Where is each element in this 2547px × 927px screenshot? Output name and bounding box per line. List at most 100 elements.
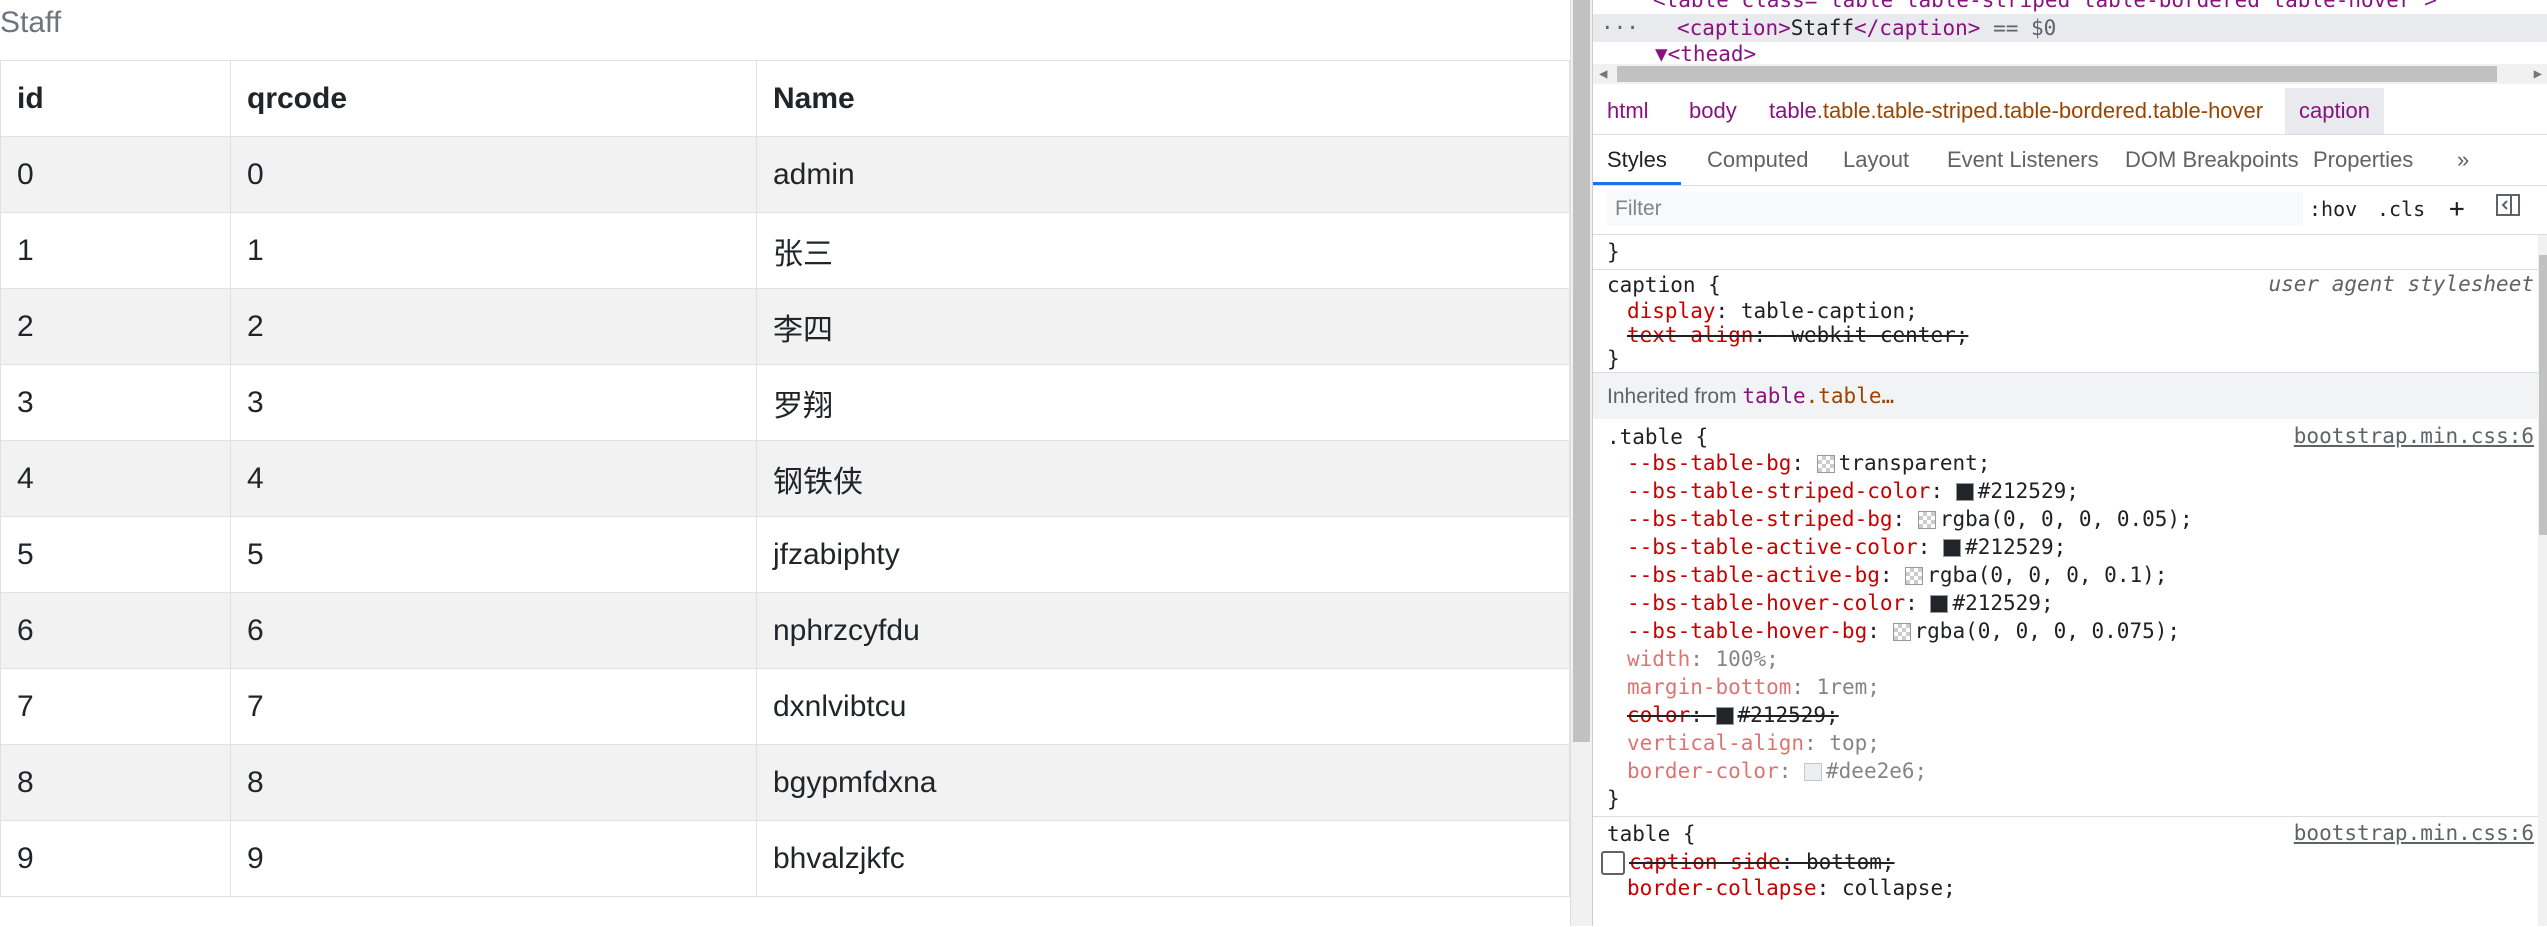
- filter-input[interactable]: [1607, 192, 2303, 226]
- cell-id: 7: [0, 668, 231, 745]
- decl-prop: border-color: [1627, 759, 1779, 783]
- decl-bs-table-bg[interactable]: --bs-table-bg: transparent;: [1627, 450, 1990, 476]
- element-caption-line-selected[interactable]: ··· <caption>Staff</caption> == $0: [1593, 14, 2547, 42]
- decl-bs-table-hover-color[interactable]: --bs-table-hover-color: #212529;: [1627, 590, 2054, 616]
- cell-qrcode: 3: [230, 364, 757, 441]
- toggle-sidebar-icon[interactable]: [2495, 192, 2521, 226]
- table-row[interactable]: 8 8 bgypmfdxna: [0, 744, 1570, 821]
- decl-bs-table-hover-bg[interactable]: --bs-table-hover-bg: rgba(0, 0, 0, 0.075…: [1627, 618, 2180, 644]
- breadcrumb-table-class: .table.table-striped.table-bordered.tabl…: [1816, 98, 2264, 123]
- table-row[interactable]: 5 5 jfzabiphty: [0, 516, 1570, 593]
- cell-qrcode: 4: [230, 440, 757, 517]
- decl-caption-side-value: bottom;: [1806, 850, 1895, 874]
- decl-bs-table-active-bg[interactable]: --bs-table-active-bg: rgba(0, 0, 0, 0.1)…: [1627, 562, 2167, 588]
- cls-toggle[interactable]: .cls: [2377, 192, 2425, 226]
- more-dots-icon[interactable]: ···: [1601, 14, 1639, 42]
- breadcrumb-body[interactable]: body: [1675, 88, 1751, 134]
- color-swatch-icon[interactable]: [1943, 539, 1962, 557]
- decl-display-prop: display: [1627, 299, 1716, 323]
- column-header-name: Name: [756, 60, 1570, 137]
- inherited-tag[interactable]: table: [1742, 384, 1805, 408]
- page-scrollbar[interactable]: [1570, 0, 1593, 926]
- decl-border-color[interactable]: border-color: #dee2e6;: [1627, 758, 1927, 784]
- decl-display[interactable]: display: table-caption;: [1627, 298, 1918, 324]
- decl-prop: --bs-table-active-bg: [1627, 563, 1880, 587]
- decl-margin-bottom[interactable]: margin-bottom: 1rem;: [1627, 674, 1880, 700]
- decl-checkbox[interactable]: [1601, 851, 1625, 875]
- caption-rule-selector[interactable]: caption: [1607, 273, 1696, 297]
- elements-horizontal-scrollbar[interactable]: ◀ ▶: [1593, 64, 2547, 84]
- table-rule-selector[interactable]: table: [1607, 822, 1670, 846]
- page-scrollbar-thumb[interactable]: [1573, 0, 1590, 742]
- new-rule-plus-icon[interactable]: +: [2449, 192, 2465, 226]
- table-row[interactable]: 4 4 钢铁侠: [0, 440, 1570, 517]
- color-swatch-icon[interactable]: [1917, 511, 1936, 529]
- scroll-right-icon[interactable]: ▶: [2534, 64, 2542, 84]
- decl-value: transparent;: [1838, 451, 1991, 475]
- hov-toggle[interactable]: :hov: [2309, 192, 2357, 226]
- caption-rule-origin: user agent stylesheet: [2268, 272, 2534, 296]
- cell-qrcode: 7: [230, 668, 757, 745]
- decl-prop: vertical-align: [1627, 731, 1805, 755]
- decl-text-align[interactable]: text-align: -webkit-center;: [1627, 322, 1968, 348]
- table-row[interactable]: 3 3 罗翔: [0, 364, 1570, 441]
- tab-layout[interactable]: Layout: [1829, 135, 1923, 185]
- decl-bs-table-striped-bg[interactable]: --bs-table-striped-bg: rgba(0, 0, 0, 0.0…: [1627, 506, 2193, 532]
- cell-name: bgypmfdxna: [756, 744, 1570, 821]
- decl-caption-side[interactable]: caption-side: bottom;: [1601, 849, 1895, 875]
- cell-id: 9: [0, 820, 231, 897]
- decl-bs-table-active-color[interactable]: --bs-table-active-color: #212529;: [1627, 534, 2066, 560]
- caption-text: Staff: [1790, 16, 1855, 40]
- color-swatch-icon[interactable]: [1715, 707, 1734, 725]
- breadcrumb: html body table.table.table-striped.tabl…: [1593, 88, 2547, 135]
- cell-name: nphrzcyfdu: [756, 592, 1570, 669]
- decl-prop: --bs-table-bg: [1627, 451, 1792, 475]
- table-row[interactable]: 0 0 admin: [0, 136, 1570, 213]
- caption-rule: caption { user agent stylesheet display:…: [1593, 270, 2547, 373]
- decl-border-collapse[interactable]: border-collapse: collapse;: [1627, 875, 1956, 901]
- inherited-class[interactable]: .table…: [1806, 384, 1895, 408]
- tab-styles[interactable]: Styles: [1593, 135, 1681, 185]
- decl-vertical-align[interactable]: vertical-align: top;: [1627, 730, 1880, 756]
- decl-width[interactable]: width: 100%;: [1627, 646, 1779, 672]
- breadcrumb-html[interactable]: html: [1593, 88, 1663, 134]
- elements-scrollbar-thumb[interactable]: [1617, 66, 2497, 82]
- decl-bs-table-striped-color[interactable]: --bs-table-striped-color: #212529;: [1627, 478, 2079, 504]
- breadcrumb-caption[interactable]: caption: [2285, 88, 2384, 134]
- styles-scrollbar-thumb[interactable]: [2539, 255, 2547, 535]
- table-header-row: id qrcode Name: [0, 60, 1570, 137]
- tab-computed[interactable]: Computed: [1693, 135, 1823, 185]
- table-row[interactable]: 7 7 dxnlvibtcu: [0, 668, 1570, 745]
- color-swatch-icon[interactable]: [1905, 567, 1924, 585]
- styles-scrollbar[interactable]: [2538, 235, 2547, 926]
- color-swatch-icon[interactable]: [1804, 763, 1823, 781]
- table-row[interactable]: 1 1 张三: [0, 212, 1570, 289]
- cell-qrcode: 9: [230, 820, 757, 897]
- tab-event-listeners[interactable]: Event Listeners: [1933, 135, 2113, 185]
- decl-value: 100%;: [1715, 647, 1779, 671]
- color-swatch-icon[interactable]: [1955, 483, 1974, 501]
- cell-id: 0: [0, 136, 231, 213]
- color-swatch-icon[interactable]: [1892, 623, 1911, 641]
- breadcrumb-table[interactable]: table.table.table-striped.table-bordered…: [1755, 88, 2277, 134]
- column-header-id: id: [0, 60, 231, 137]
- scroll-left-icon[interactable]: ◀: [1599, 64, 1607, 84]
- decl-value: #dee2e6;: [1826, 759, 1928, 783]
- decl-color[interactable]: color: #212529;: [1627, 702, 1839, 728]
- color-swatch-icon[interactable]: [1930, 595, 1949, 613]
- tab-properties[interactable]: Properties: [2299, 135, 2427, 185]
- table-class-rule-source-link[interactable]: bootstrap.min.css:6: [2294, 424, 2534, 448]
- decl-value: #212529;: [1952, 591, 2054, 615]
- table-row[interactable]: 9 9 bhvalzjkfc: [0, 820, 1570, 897]
- table-class-rule-selector[interactable]: .table: [1607, 425, 1683, 449]
- more-tabs-icon[interactable]: »: [2443, 135, 2483, 185]
- tab-dom-breakpoints[interactable]: DOM Breakpoints: [2111, 135, 2313, 185]
- thead-tag: ▼<thead>: [1655, 42, 1757, 66]
- color-swatch-icon[interactable]: [1816, 455, 1835, 473]
- cell-id: 8: [0, 744, 231, 821]
- table-rule-source-link[interactable]: bootstrap.min.css:6: [2294, 821, 2534, 845]
- decl-border-collapse-prop: border-collapse: [1627, 876, 1817, 900]
- table-row[interactable]: 6 6 nphrzcyfdu: [0, 592, 1570, 669]
- table-row[interactable]: 2 2 李四: [0, 288, 1570, 365]
- element-table-line[interactable]: <table class="table table-striped table-…: [1653, 0, 2437, 14]
